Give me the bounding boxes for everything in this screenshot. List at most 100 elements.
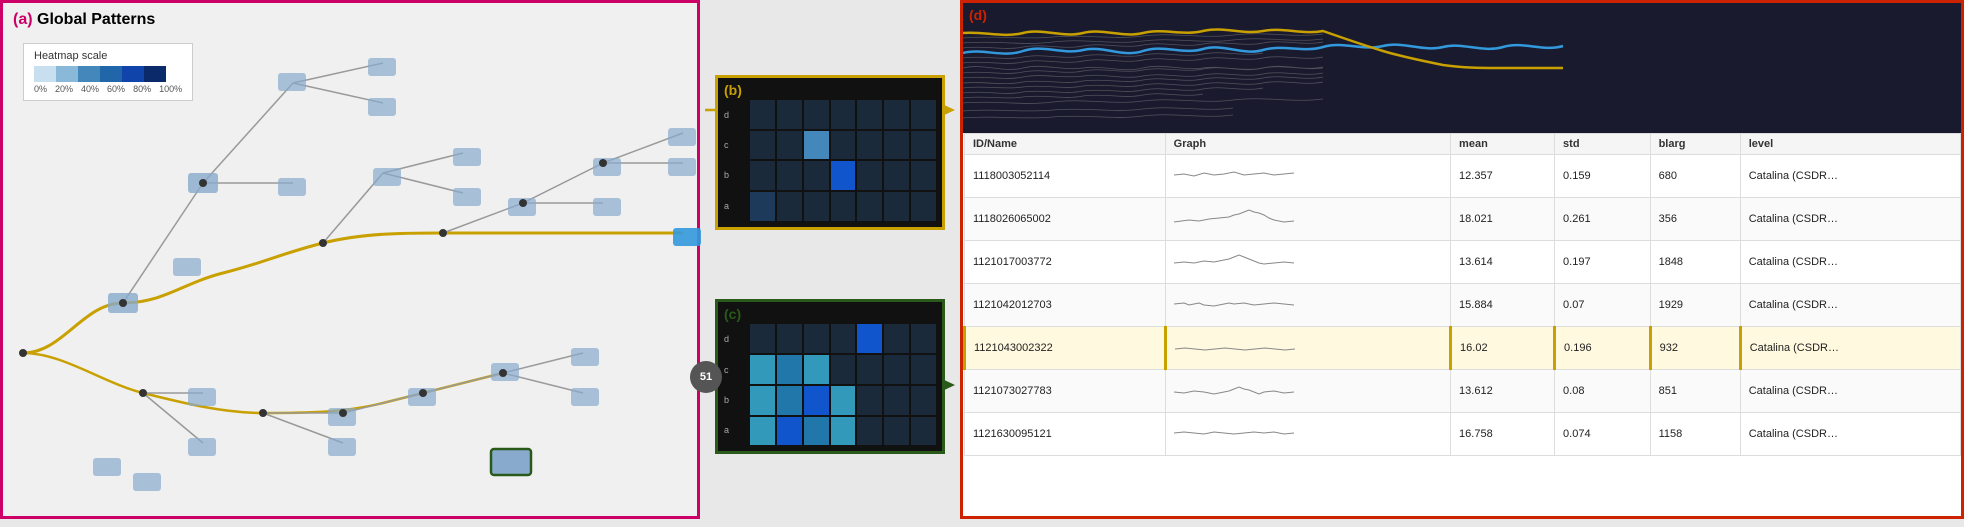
cell-level: Catalina (CSDR… <box>1740 413 1960 456</box>
cell-level: Catalina (CSDR… <box>1740 370 1960 413</box>
cell-id: 1118026065002 <box>965 198 1166 241</box>
table-row[interactable]: 1118003052114 12.357 0.159 680 Catalina … <box>965 155 1961 198</box>
cell <box>911 324 936 353</box>
cell-graph <box>1165 241 1450 284</box>
cell <box>750 100 775 129</box>
network-svg <box>3 3 703 522</box>
cell-blarg: 680 <box>1650 155 1740 198</box>
cell <box>857 324 882 353</box>
cell <box>857 417 882 446</box>
cell-level: Catalina (CSDR… <box>1740 155 1960 198</box>
cell <box>777 192 802 221</box>
cell-mean: 13.612 <box>1451 370 1555 413</box>
panel-b-heatmap <box>750 100 936 221</box>
cell-id: 1121630095121 <box>965 413 1166 456</box>
table-row[interactable]: 1121042012703 15.884 0.07 1929 Catalina … <box>965 284 1961 327</box>
cell-std: 0.261 <box>1555 198 1651 241</box>
cell <box>750 386 775 415</box>
cell-mean: 18.021 <box>1451 198 1555 241</box>
col-header-graph: Graph <box>1165 134 1450 155</box>
cell <box>804 324 829 353</box>
badge-51: 51 <box>690 361 722 393</box>
table-row[interactable]: 1121073027783 13.612 0.08 851 Catalina (… <box>965 370 1961 413</box>
cell <box>831 192 856 221</box>
cell <box>857 192 882 221</box>
mini-graph-svg <box>1174 372 1294 407</box>
cell <box>831 100 856 129</box>
line-chart <box>963 3 1961 133</box>
cell-std: 0.197 <box>1555 241 1651 284</box>
cell-mean: 15.884 <box>1451 284 1555 327</box>
cell-mean: 16.758 <box>1451 413 1555 456</box>
cell <box>831 131 856 160</box>
table-row-highlighted[interactable]: 1121043002322 16.02 0.196 932 Catalina (… <box>965 327 1961 370</box>
line-chart-svg <box>963 3 1961 133</box>
cell <box>911 417 936 446</box>
cell <box>777 355 802 384</box>
cell-graph <box>1165 198 1450 241</box>
panel-b-label: (b) <box>724 82 742 98</box>
col-header-id: ID/Name <box>965 134 1166 155</box>
cell-mean: 12.357 <box>1451 155 1555 198</box>
panel-d-label: (d) <box>969 7 987 23</box>
cell <box>911 386 936 415</box>
table-row[interactable]: 1121017003772 13.614 0.197 1848 Catalina… <box>965 241 1961 284</box>
cell-std: 0.074 <box>1555 413 1651 456</box>
mini-graph-svg <box>1175 329 1295 364</box>
cell <box>884 131 909 160</box>
cell <box>884 100 909 129</box>
mini-graph-svg <box>1174 200 1294 235</box>
cell <box>750 131 775 160</box>
cell <box>831 355 856 384</box>
cell-graph <box>1165 327 1450 370</box>
mini-graph-svg <box>1174 286 1294 321</box>
cell-blarg: 932 <box>1650 327 1740 370</box>
cell <box>777 161 802 190</box>
cell <box>911 131 936 160</box>
cell <box>750 417 775 446</box>
panel-b-row-labels: d c b a <box>724 100 729 221</box>
table-header-row: ID/Name Graph mean std blarg level <box>965 134 1961 155</box>
cell-blarg: 851 <box>1650 370 1740 413</box>
cell-id: 1121073027783 <box>965 370 1166 413</box>
cell <box>750 355 775 384</box>
cell-id: 1121042012703 <box>965 284 1166 327</box>
arrow-c-to-d <box>960 383 961 463</box>
cell-mean: 13.614 <box>1451 241 1555 284</box>
col-header-level: level <box>1740 134 1960 155</box>
network-visualization <box>3 3 697 516</box>
cell <box>804 386 829 415</box>
cell-id: 1118003052114 <box>965 155 1166 198</box>
cell <box>777 324 802 353</box>
cell <box>804 131 829 160</box>
cell <box>831 386 856 415</box>
cell <box>884 386 909 415</box>
cell <box>884 324 909 353</box>
cell <box>831 161 856 190</box>
cell <box>777 386 802 415</box>
cell-graph <box>1165 413 1450 456</box>
mini-graph-svg <box>1174 415 1294 450</box>
cell-graph <box>1165 284 1450 327</box>
mini-graph-svg <box>1174 243 1294 278</box>
cell-std: 0.159 <box>1555 155 1651 198</box>
cell <box>911 161 936 190</box>
cell-mean: 16.02 <box>1451 327 1555 370</box>
cell-blarg: 356 <box>1650 198 1740 241</box>
table-row[interactable]: 1121630095121 16.758 0.074 1158 Catalina… <box>965 413 1961 456</box>
cell <box>884 192 909 221</box>
cell <box>804 355 829 384</box>
cell <box>911 355 936 384</box>
cell-blarg: 1158 <box>1650 413 1740 456</box>
cell-id: 1121043002322 <box>965 327 1166 370</box>
cell <box>831 417 856 446</box>
cell-level: Catalina (CSDR… <box>1740 284 1960 327</box>
panel-c-heatmap <box>750 324 936 445</box>
cell-graph <box>1165 155 1450 198</box>
data-table-container: ID/Name Graph mean std blarg level 11180… <box>963 133 1961 516</box>
panel-d: (d) <box>960 0 1964 519</box>
panel-c-row-labels: d c b a <box>724 324 729 445</box>
cell <box>857 100 882 129</box>
cell <box>857 131 882 160</box>
table-row[interactable]: 1118026065002 18.021 0.261 356 Catalina … <box>965 198 1961 241</box>
